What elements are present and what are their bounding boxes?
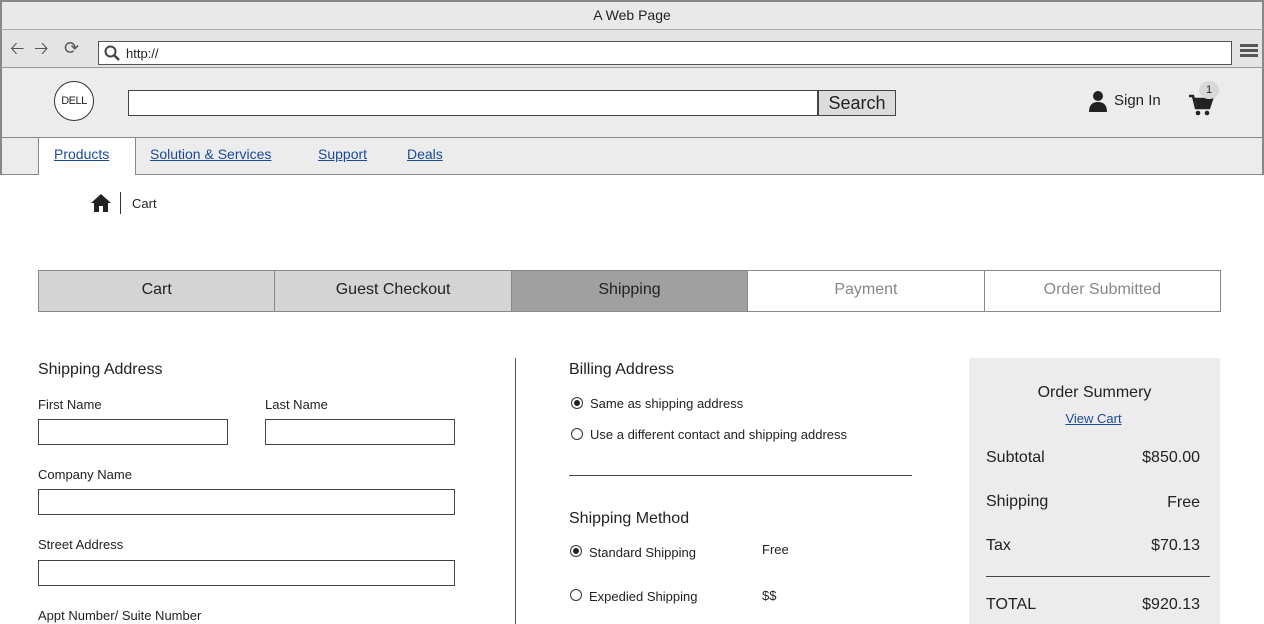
standard-shipping-radio[interactable]	[570, 545, 582, 557]
nav-item-products[interactable]: Products	[54, 146, 109, 162]
url-bar[interactable]: http://	[98, 41, 1232, 65]
view-cart-link[interactable]: View Cart	[969, 411, 1218, 426]
billing-different-label: Use a different contact and shipping add…	[590, 427, 848, 442]
standard-shipping-label: Standard Shipping	[589, 545, 696, 560]
order-summary-panel: Order Summery View Cart Subtotal $850.00…	[969, 358, 1220, 624]
step-guest-checkout[interactable]: Guest Checkout	[275, 271, 512, 311]
hamburger-menu-icon[interactable]	[1240, 44, 1258, 58]
reload-icon[interactable]: ⟳	[64, 39, 79, 57]
billing-same-radio[interactable]	[571, 397, 583, 409]
billing-divider	[569, 475, 912, 476]
subtotal-label: Subtotal	[986, 449, 1045, 466]
shipping-cost-label: Shipping	[986, 493, 1049, 510]
tax-value: $70.13	[1151, 537, 1200, 554]
tax-label: Tax	[986, 537, 1011, 554]
step-cart[interactable]: Cart	[39, 271, 276, 311]
step-shipping[interactable]: Shipping	[511, 271, 749, 311]
breadcrumb-separator	[120, 192, 121, 214]
billing-different-radio[interactable]	[571, 428, 583, 440]
street-address-label: Street Address	[38, 537, 124, 552]
url-text: http://	[126, 46, 159, 61]
expedited-shipping-price: $$	[762, 588, 777, 603]
expedited-shipping-label: Expedied Shipping	[589, 589, 698, 604]
home-icon[interactable]	[90, 193, 112, 213]
shipping-cost-value: Free	[1167, 494, 1200, 511]
shipping-address-title: Shipping Address	[38, 361, 163, 378]
street-address-field[interactable]	[38, 560, 455, 586]
breadcrumb-current: Cart	[132, 196, 157, 211]
standard-shipping-price: Free	[762, 542, 789, 557]
back-arrow-icon[interactable]: 🡠	[10, 39, 25, 57]
step-order-submitted: Order Submitted	[984, 271, 1221, 311]
window-title: A Web Page	[593, 7, 671, 23]
dell-logo[interactable]: DELL	[54, 81, 94, 121]
subtotal-value: $850.00	[1142, 449, 1200, 466]
nav-item-support[interactable]: Support	[318, 146, 367, 162]
browser-toolbar: 🡠 🡢 ⟳ http://	[0, 30, 1264, 68]
window-titlebar: A Web Page	[0, 0, 1264, 30]
total-label: TOTAL	[986, 596, 1037, 613]
search-icon	[104, 45, 120, 61]
step-payment: Payment	[748, 271, 985, 311]
checkout-steps: Cart Guest Checkout Shipping Payment Ord…	[38, 270, 1221, 312]
total-value: $920.13	[1142, 596, 1200, 613]
search-button[interactable]: Search	[818, 90, 896, 116]
company-name-label: Company Name	[38, 467, 132, 482]
expedited-shipping-radio[interactable]	[570, 589, 582, 601]
summary-divider	[986, 576, 1210, 577]
order-summary-title: Order Summery	[1037, 384, 1152, 401]
company-name-field[interactable]	[38, 489, 455, 515]
user-icon[interactable]	[1088, 90, 1108, 112]
shipping-method-title: Shipping Method	[569, 510, 690, 527]
nav-item-deals[interactable]: Deals	[407, 146, 443, 162]
forward-arrow-icon[interactable]: 🡢	[34, 39, 49, 57]
first-name-label: First Name	[38, 397, 102, 412]
nav-item-solutions[interactable]: Solution & Services	[150, 146, 271, 162]
last-name-label: Last Name	[265, 397, 328, 412]
appt-number-label: Appt Number/ Suite Number	[38, 608, 202, 623]
billing-address-title: Billing Address	[569, 361, 674, 378]
billing-same-label: Same as shipping address	[590, 396, 744, 411]
main-nav: Products Solution & Services Support Dea…	[0, 138, 1264, 175]
site-header: DELL Search Sign In 1	[0, 68, 1264, 138]
last-name-field[interactable]	[265, 419, 455, 445]
site-search-input[interactable]	[128, 90, 818, 116]
sign-in-link[interactable]: Sign In	[1114, 92, 1161, 109]
first-name-field[interactable]	[38, 419, 228, 445]
cart-count-badge: 1	[1199, 81, 1219, 99]
column-divider	[515, 358, 516, 624]
